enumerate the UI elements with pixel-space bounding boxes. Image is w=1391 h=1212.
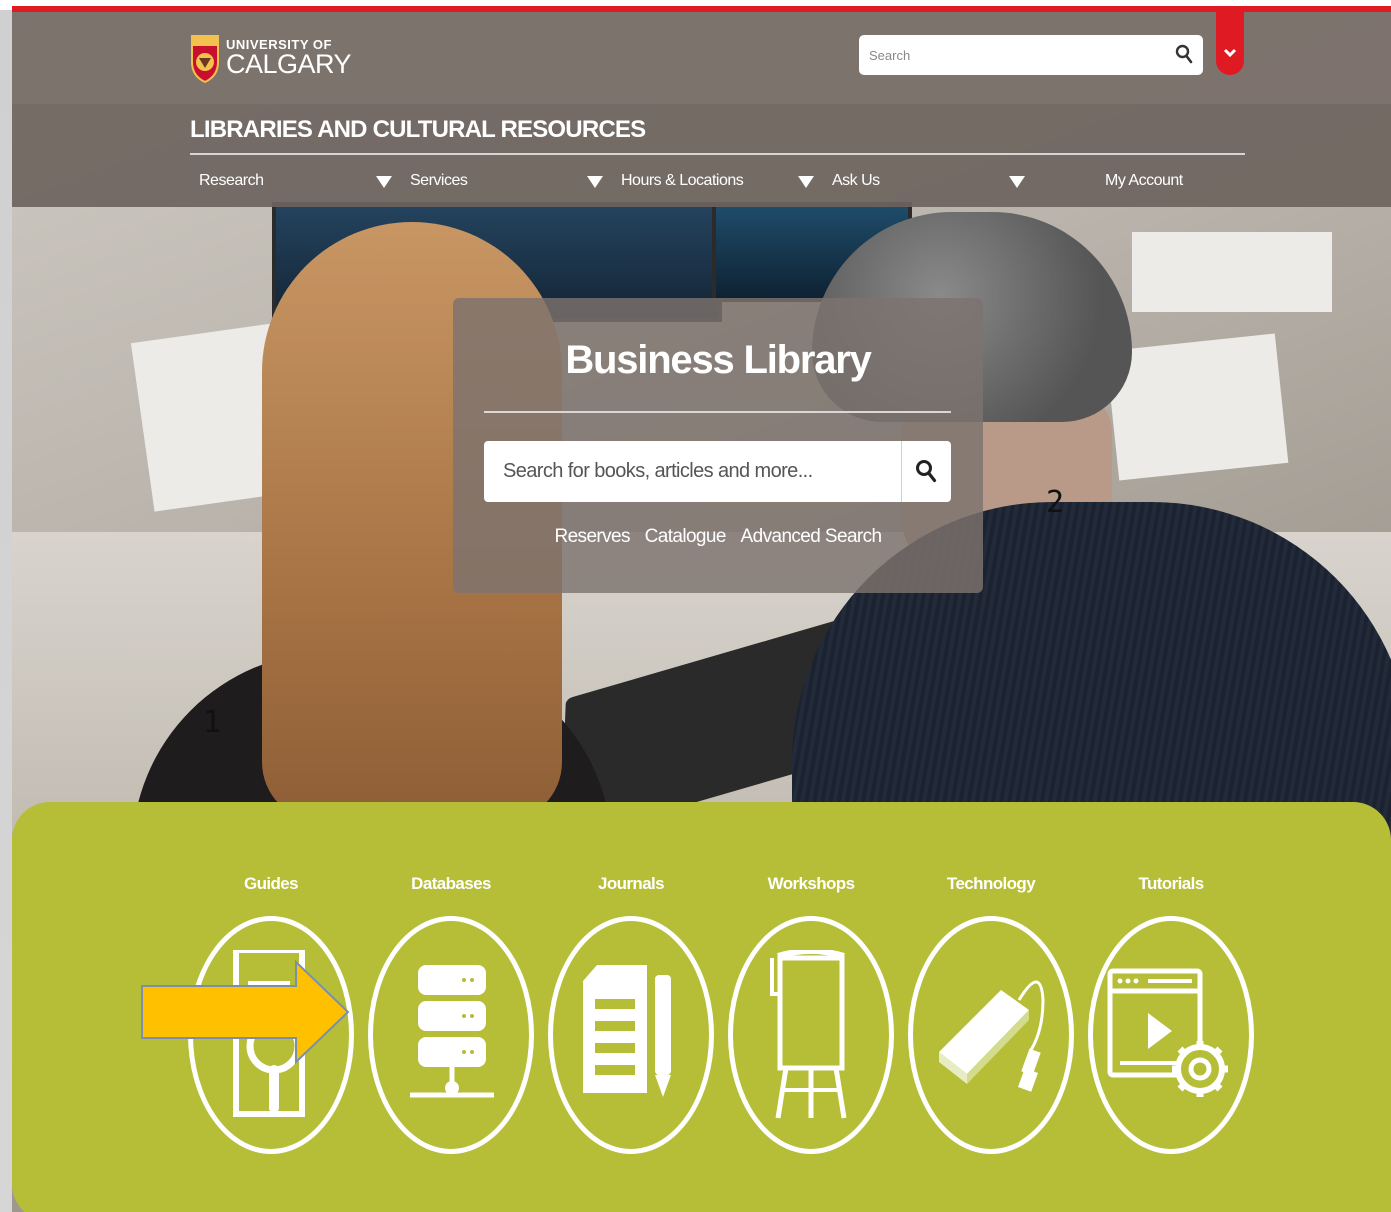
search-icon[interactable] — [1175, 44, 1193, 69]
library-search-input[interactable] — [484, 441, 900, 502]
library-search-box — [484, 441, 951, 502]
search-divider — [901, 441, 902, 502]
panel-divider — [484, 411, 951, 413]
database-server-icon[interactable] — [368, 916, 534, 1154]
search-links: Reserves Catalogue Advanced Search — [453, 526, 983, 548]
site-header: UNIVERSITY OF CALGARY LIBRARIES AND CULT… — [12, 12, 1391, 207]
reserves-link[interactable]: Reserves — [554, 526, 630, 547]
page-title: Business Library — [565, 338, 872, 382]
hard-drive-icon[interactable] — [908, 916, 1074, 1154]
site-search-input[interactable] — [859, 35, 1159, 75]
university-logo[interactable]: UNIVERSITY OF CALGARY — [190, 32, 352, 84]
advanced-search-link[interactable]: Advanced Search — [741, 526, 883, 547]
nav-item-ask-us[interactable]: Ask Us — [832, 168, 880, 198]
journal-pen-icon[interactable] — [548, 916, 714, 1154]
nav-item-research[interactable]: Research — [199, 168, 264, 198]
arrow-right-icon — [141, 960, 350, 1064]
nav-item-services[interactable]: Services — [410, 168, 468, 198]
resource-tile-journals[interactable]: Journals — [548, 874, 714, 1154]
resource-label-databases: Databases — [411, 874, 491, 893]
resource-tile-tutorials[interactable]: Tutorials — [1088, 874, 1254, 1154]
title-divider — [190, 153, 1245, 155]
catalogue-link[interactable]: Catalogue — [645, 526, 727, 547]
library-search-panel: Business Library Reserves Catalogue Adva… — [453, 298, 983, 593]
utility-menu-toggle[interactable] — [1216, 12, 1244, 75]
hero-paper-1 — [1132, 232, 1332, 312]
resource-tile-databases[interactable]: Databases — [368, 874, 534, 1154]
nav-services-dropdown-icon[interactable] — [587, 176, 603, 188]
logo-text: UNIVERSITY OF CALGARY — [226, 38, 352, 79]
resource-tile-guides[interactable]: Guides — [188, 874, 354, 1154]
nav-research-dropdown-icon[interactable] — [376, 176, 392, 188]
annotation-marker-1: 1 — [203, 705, 222, 740]
nav-ask-us-dropdown-icon[interactable] — [1009, 176, 1025, 188]
search-icon[interactable] — [915, 459, 937, 488]
resource-label-guides: Guides — [243, 874, 299, 893]
site-title[interactable]: LIBRARIES AND CULTURAL RESOURCES — [190, 116, 646, 144]
resource-tile-workshops[interactable]: Workshops — [728, 874, 894, 1154]
university-crest-icon — [190, 32, 220, 84]
page-left-edge — [0, 0, 12, 1212]
nav-item-my-account[interactable]: My Account — [1105, 168, 1183, 198]
chevron-down-icon — [1223, 48, 1237, 58]
flipchart-easel-icon[interactable] — [728, 916, 894, 1154]
resource-label-journals: Journals — [597, 874, 665, 893]
nav-hours-dropdown-icon[interactable] — [798, 176, 814, 188]
logo-line-2: CALGARY — [226, 49, 352, 79]
main-nav: Research Services Hours & Locations Ask … — [190, 168, 1250, 198]
resource-label-tutorials: Tutorials — [1138, 874, 1204, 893]
resource-label-technology: Technology — [946, 874, 1036, 893]
hero-paper-3 — [1105, 333, 1289, 481]
top-red-bar — [12, 6, 1391, 12]
resource-tile-technology[interactable]: Technology — [908, 874, 1074, 1154]
nav-item-hours-locations[interactable]: Hours & Locations — [621, 168, 744, 198]
video-tutorial-gear-icon[interactable] — [1088, 916, 1254, 1154]
resource-label-workshops: Workshops — [767, 874, 855, 893]
site-search-box — [859, 35, 1203, 75]
annotation-marker-2: 2 — [1046, 485, 1065, 520]
